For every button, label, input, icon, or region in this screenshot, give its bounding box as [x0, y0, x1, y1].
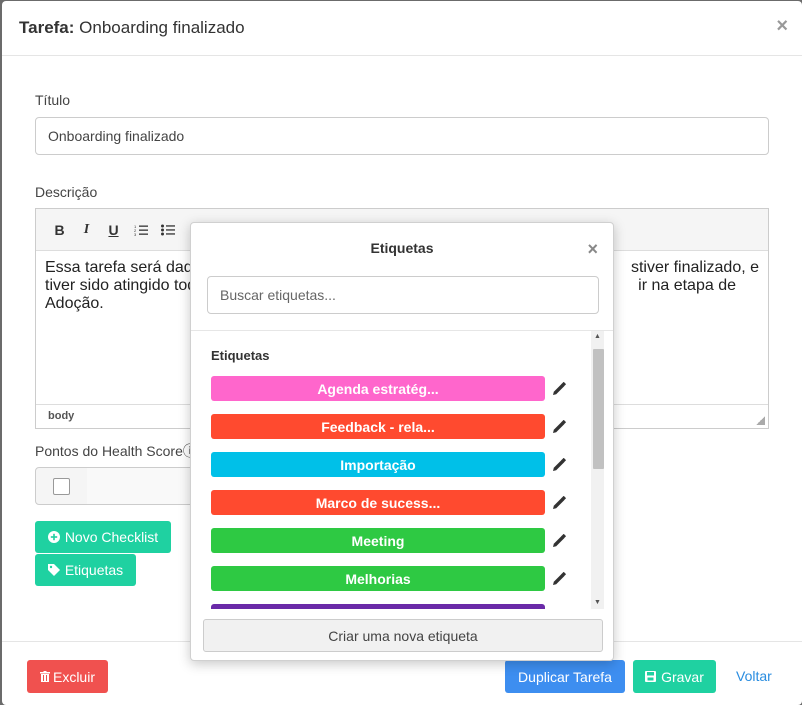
tag-list: Etiquetas Agenda estratég... Feedback - … [191, 331, 603, 609]
bullet-list-icon[interactable] [154, 217, 181, 243]
editor-path: body [48, 410, 75, 422]
pencil-icon[interactable] [552, 534, 566, 548]
pencil-icon[interactable] [552, 458, 566, 472]
description-label: Descrição [35, 184, 98, 200]
description-line: tiver sido atingido tod [45, 277, 197, 294]
tag-item[interactable]: Feedback - rela... [211, 414, 545, 439]
svg-text:3: 3 [134, 232, 137, 236]
popover-title: Etiquetas [370, 240, 434, 256]
tag-list-scrollbar[interactable]: ▲ ▼ [591, 331, 604, 609]
tags-label: Etiquetas [64, 562, 124, 578]
duplicate-task-button[interactable]: Duplicar Tarefa [505, 660, 625, 693]
ordered-list-icon[interactable]: 123 [127, 217, 154, 243]
save-label: Gravar [661, 668, 704, 685]
tag-item[interactable]: Agenda estratég... [211, 376, 545, 401]
description-line: stiver finalizado, e [630, 259, 759, 276]
title-label: Título [35, 92, 71, 108]
underline-button[interactable]: U [100, 217, 127, 243]
tag-icon [47, 564, 60, 576]
modal-close-icon[interactable]: × [776, 16, 788, 36]
trash-icon [39, 671, 50, 682]
italic-button[interactable]: I [73, 217, 100, 243]
pencil-icon[interactable] [552, 420, 566, 434]
modal-header: Tarefa: Onboarding finalizado × [2, 1, 802, 56]
delete-label: Excluir [52, 668, 95, 685]
tag-list-title: Etiquetas [211, 348, 270, 363]
duplicate-label: Duplicar Tarefa [518, 668, 612, 685]
tag-item[interactable] [211, 604, 545, 609]
new-checklist-label: Novo Checklist [64, 529, 159, 545]
modal-title-prefix: Tarefa: [19, 18, 75, 37]
tag-item[interactable]: Marco de sucess... [211, 490, 545, 515]
back-link[interactable]: Voltar [736, 668, 772, 684]
health-score-input[interactable] [87, 467, 197, 505]
scroll-thumb[interactable] [593, 349, 604, 469]
tag-item[interactable]: Importação [211, 452, 545, 477]
pencil-icon[interactable] [552, 572, 566, 586]
popover-close-icon[interactable]: × [587, 240, 598, 258]
scroll-up-icon[interactable]: ▲ [591, 331, 604, 343]
health-score-checkbox[interactable] [53, 477, 70, 495]
health-score-toggle[interactable] [35, 467, 88, 505]
health-score-label: Pontos do Health Scoreⓘ [35, 443, 197, 459]
floppy-disk-icon [645, 671, 657, 682]
tag-search-input[interactable]: Buscar etiquetas... [207, 276, 599, 314]
delete-button[interactable]: Excluir [27, 660, 108, 693]
create-tag-button[interactable]: Criar uma nova etiqueta [203, 619, 603, 652]
tags-button[interactable]: Etiquetas [35, 554, 136, 586]
scroll-down-icon[interactable]: ▼ [591, 597, 604, 609]
modal-title: Tarefa: Onboarding finalizado [19, 18, 245, 38]
pencil-icon[interactable] [552, 382, 566, 396]
title-input[interactable]: Onboarding finalizado [35, 117, 769, 155]
bold-button[interactable]: B [46, 217, 73, 243]
modal-title-text: Onboarding finalizado [79, 18, 245, 37]
save-button[interactable]: Gravar [633, 660, 716, 693]
new-checklist-button[interactable]: Novo Checklist [35, 521, 171, 553]
plus-circle-icon [47, 531, 60, 543]
description-line: Essa tarefa será dad [45, 259, 193, 276]
description-line: ir na etapa de [638, 277, 736, 294]
tag-item[interactable]: Meeting [211, 528, 545, 553]
tags-popover: Etiquetas × Buscar etiquetas... Etiqueta… [190, 222, 614, 661]
tag-item[interactable]: Melhorias [211, 566, 545, 591]
pencil-icon[interactable] [552, 496, 566, 510]
resize-handle-icon[interactable] [756, 416, 765, 425]
